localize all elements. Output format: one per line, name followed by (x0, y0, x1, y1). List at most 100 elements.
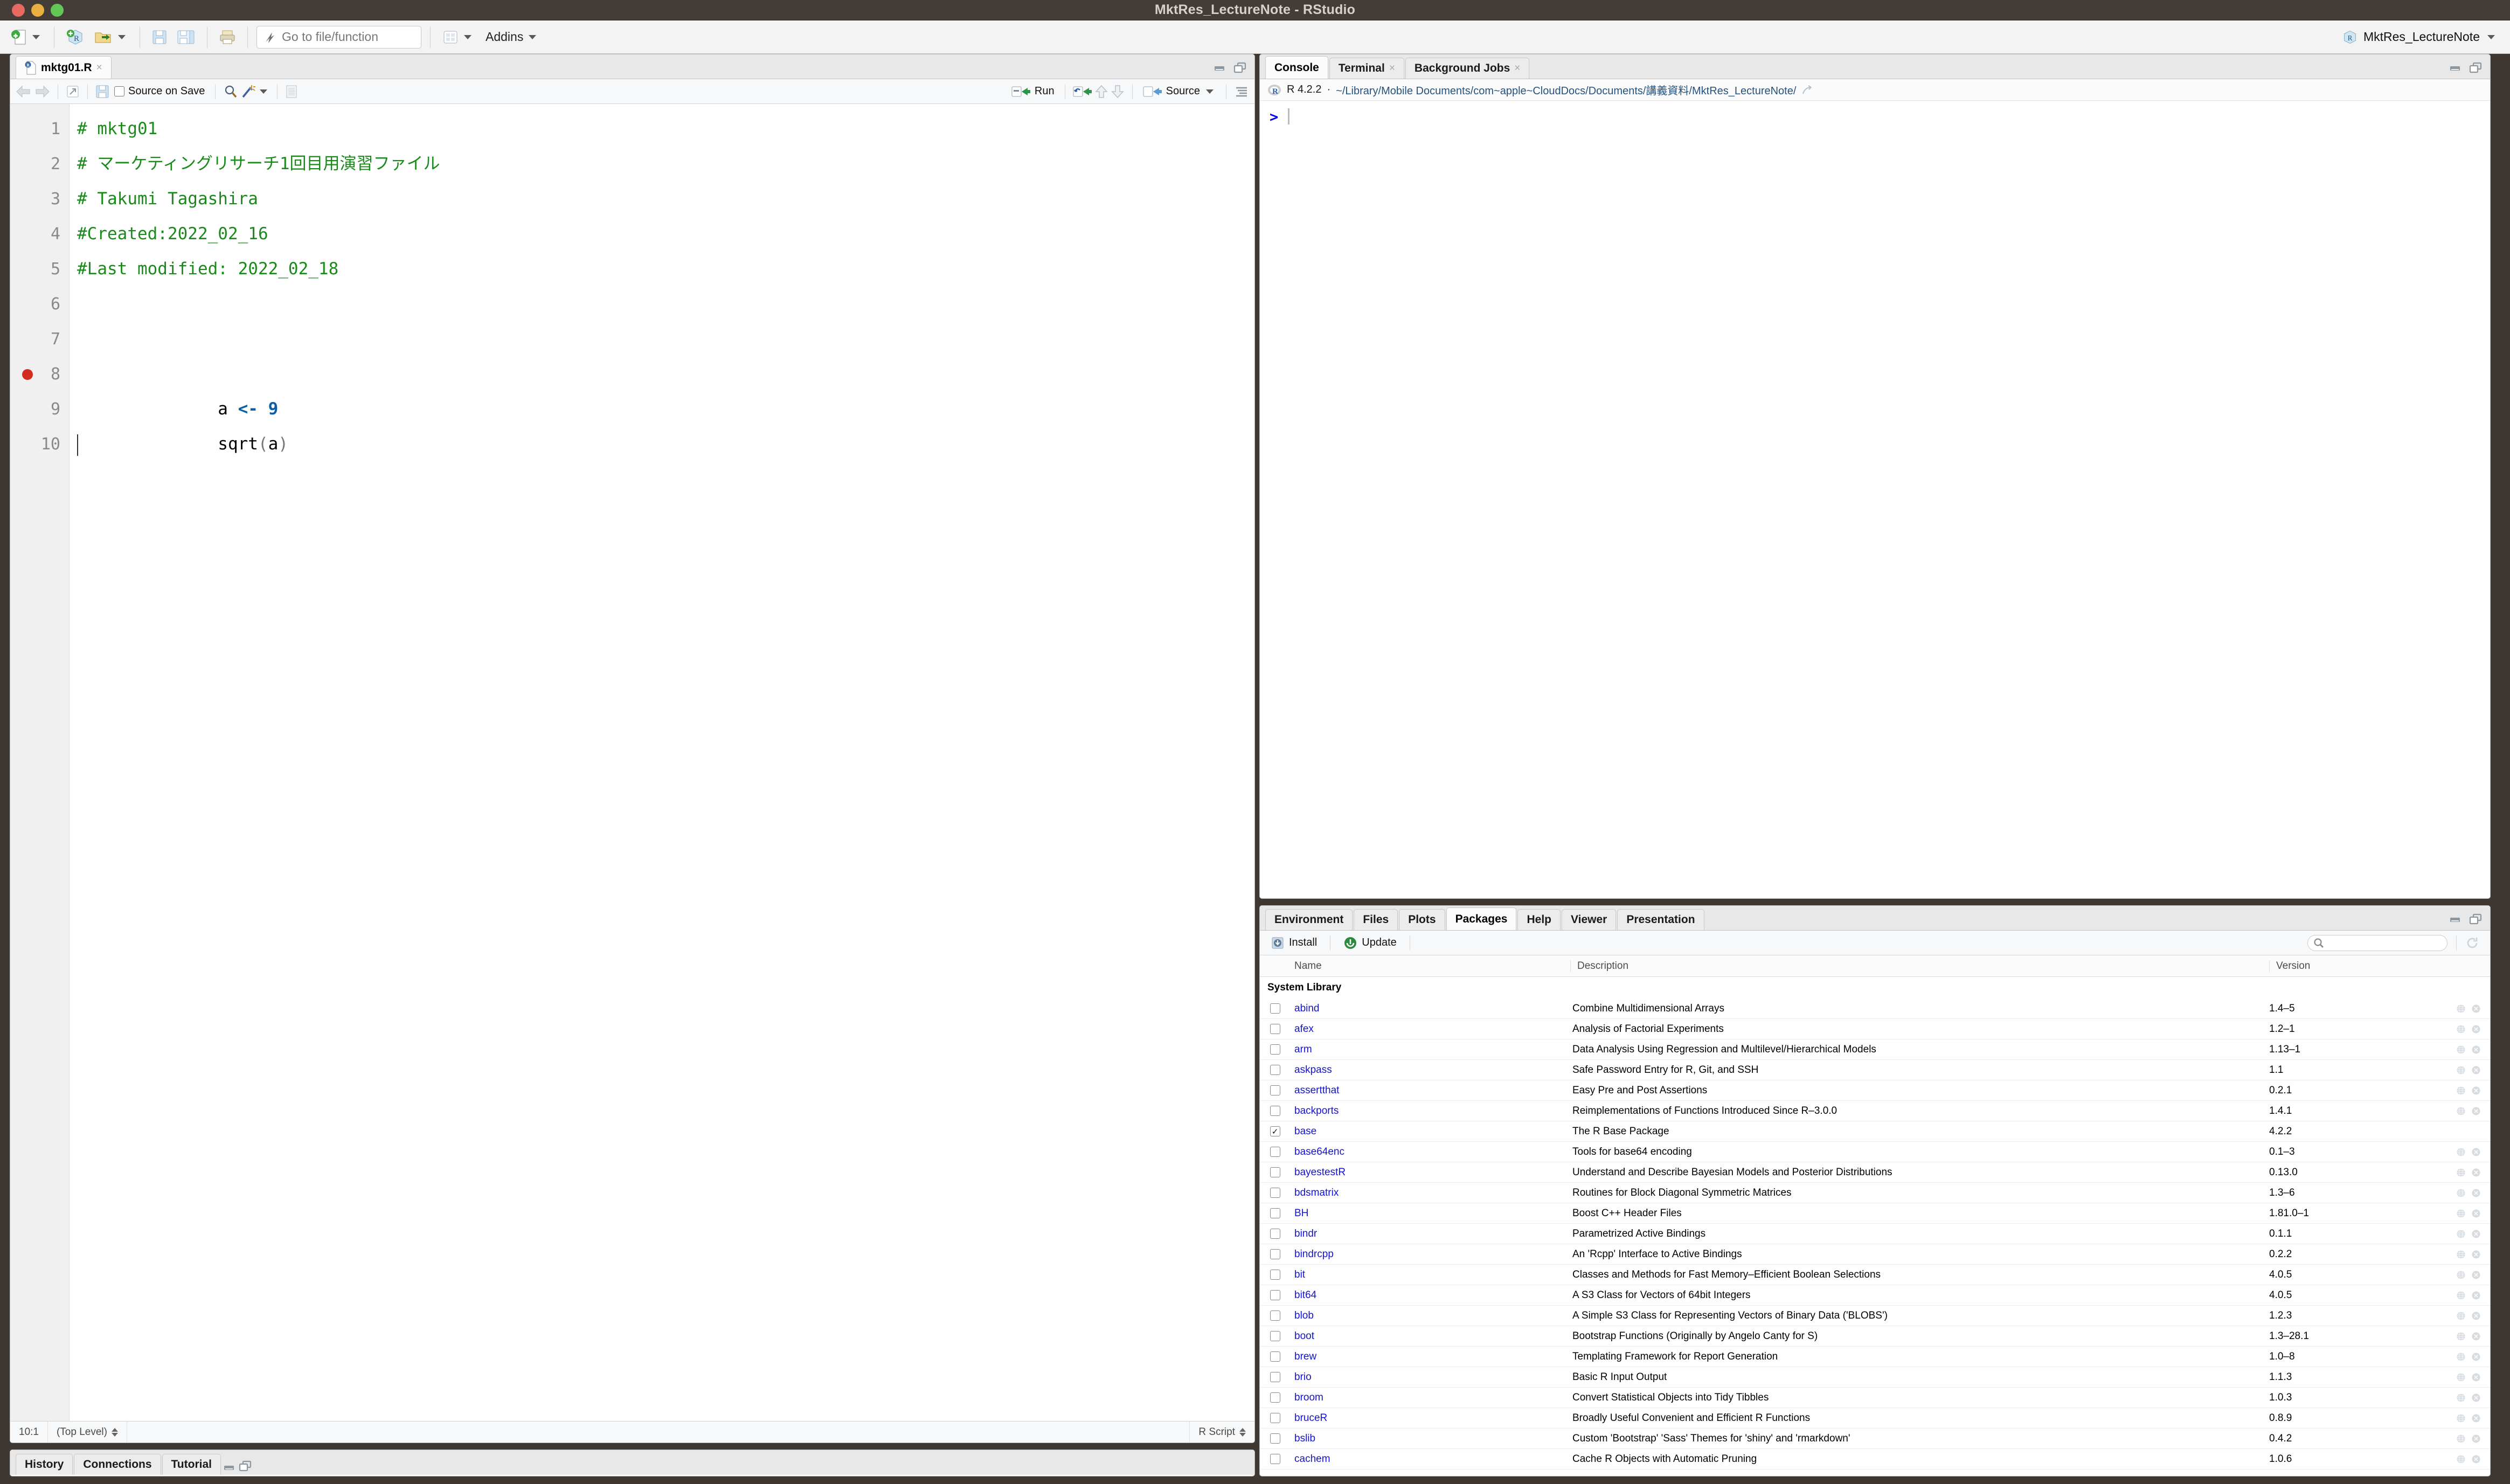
remove-package-icon[interactable] (2471, 1168, 2481, 1177)
compile-report-icon[interactable] (285, 85, 298, 99)
package-homepage-icon[interactable] (2456, 1209, 2466, 1218)
table-row[interactable]: afexAnalysis of Factorial Experiments1.2… (1260, 1019, 2490, 1039)
table-row[interactable]: bayestestRUnderstand and Describe Bayesi… (1260, 1162, 2490, 1183)
tab-terminal-close-icon[interactable]: × (1389, 63, 1395, 74)
package-load-checkbox[interactable] (1260, 1331, 1290, 1341)
package-name-link[interactable]: blob (1290, 1310, 1570, 1322)
editor-body[interactable]: 1 2 3 4 5 6 7 8 9 10 (10, 104, 1254, 1421)
package-name-link[interactable]: backports (1290, 1105, 1570, 1117)
tab-help[interactable]: Help (1517, 909, 1561, 930)
remove-package-icon[interactable] (2471, 1065, 2481, 1075)
package-actions[interactable] (2447, 1188, 2490, 1198)
document-type-selector[interactable]: R Script (1189, 1421, 1254, 1443)
package-actions[interactable] (2447, 1168, 2490, 1177)
remove-package-icon[interactable] (2471, 1147, 2481, 1157)
code-tools-dropdown-icon[interactable] (260, 89, 267, 94)
scope-stepper-icon[interactable] (112, 1428, 118, 1437)
tab-tutorial[interactable]: Tutorial (162, 1454, 221, 1475)
minimize-window-button[interactable] (31, 4, 44, 17)
package-homepage-icon[interactable] (2456, 1352, 2466, 1362)
package-homepage-icon[interactable] (2456, 1372, 2466, 1382)
document-outline-icon[interactable] (1234, 85, 1249, 98)
package-actions[interactable] (2447, 1332, 2490, 1341)
remove-package-icon[interactable] (2471, 1024, 2481, 1034)
open-file-button[interactable] (91, 25, 131, 50)
gutter-line[interactable]: 4 (10, 217, 69, 252)
tab-terminal[interactable]: Terminal × (1329, 58, 1404, 79)
package-name-link[interactable]: bindrcpp (1290, 1249, 1570, 1260)
gutter-line[interactable]: 8 (10, 357, 69, 392)
gutter-line[interactable]: 10 (10, 427, 69, 462)
save-button[interactable] (149, 25, 170, 50)
package-actions[interactable] (2447, 1209, 2490, 1218)
checkbox[interactable] (1270, 1454, 1280, 1464)
package-homepage-icon[interactable] (2456, 1229, 2466, 1239)
package-load-checkbox[interactable] (1260, 1433, 1290, 1444)
remove-package-icon[interactable] (2471, 1291, 2481, 1300)
package-load-checkbox[interactable] (1260, 1372, 1290, 1382)
package-homepage-icon[interactable] (2456, 1168, 2466, 1177)
header-description[interactable]: Description (1570, 960, 2269, 972)
table-row[interactable]: base64encTools for base64 encoding0.1–3 (1260, 1142, 2490, 1162)
checkbox[interactable] (1270, 1229, 1280, 1239)
checkbox[interactable] (1270, 1208, 1280, 1218)
re-run-icon[interactable] (1073, 85, 1092, 98)
checkbox[interactable] (1270, 1413, 1280, 1423)
doctype-stepper-icon[interactable] (1239, 1428, 1246, 1437)
package-load-checkbox[interactable] (1260, 1024, 1290, 1034)
source-on-save-checkbox[interactable] (114, 86, 124, 96)
package-homepage-icon[interactable] (2456, 1291, 2466, 1300)
package-actions[interactable] (2447, 1311, 2490, 1321)
table-row[interactable]: armData Analysis Using Regression and Mu… (1260, 1039, 2490, 1060)
package-homepage-icon[interactable] (2456, 1250, 2466, 1259)
package-load-checkbox[interactable] (1260, 1085, 1290, 1095)
code-scope-selector[interactable]: (Top Level) (48, 1421, 127, 1443)
package-load-checkbox[interactable] (1260, 1454, 1290, 1464)
package-load-checkbox[interactable] (1260, 1044, 1290, 1055)
table-row[interactable]: bruceRBroadly Useful Convenient and Effi… (1260, 1408, 2490, 1428)
print-button[interactable] (216, 25, 239, 50)
package-actions[interactable] (2447, 1454, 2490, 1464)
remove-package-icon[interactable] (2471, 1086, 2481, 1095)
package-load-checkbox[interactable] (1260, 1413, 1290, 1423)
package-name-link[interactable]: bayestestR (1290, 1167, 1570, 1178)
remove-package-icon[interactable] (2471, 1004, 2481, 1014)
source-on-save-toggle[interactable]: Source on Save (112, 85, 207, 98)
source-button[interactable]: Source (1140, 85, 1218, 98)
package-actions[interactable] (2447, 1352, 2490, 1362)
package-load-checkbox[interactable] (1260, 1003, 1290, 1014)
package-actions[interactable] (2447, 1004, 2490, 1014)
remove-package-icon[interactable] (2471, 1209, 2481, 1218)
find-replace-icon[interactable] (223, 84, 238, 99)
checkbox[interactable] (1270, 1249, 1280, 1259)
table-row[interactable]: bdsmatrixRoutines for Block Diagonal Sym… (1260, 1183, 2490, 1203)
package-load-checkbox[interactable] (1260, 1290, 1290, 1300)
package-load-checkbox[interactable]: ✓ (1260, 1126, 1290, 1136)
package-name-link[interactable]: afex (1290, 1023, 1570, 1035)
checkbox[interactable] (1270, 1147, 1280, 1157)
package-name-link[interactable]: arm (1290, 1044, 1570, 1056)
install-package-button[interactable]: Install (1266, 936, 1321, 950)
console-working-directory[interactable]: ~/Library/Mobile Documents/com~apple~Clo… (1336, 82, 1796, 98)
breakpoint-marker[interactable] (22, 369, 33, 380)
table-row[interactable]: bootBootstrap Functions (Originally by A… (1260, 1326, 2490, 1347)
editor-tab-mktg01[interactable]: R mktg01.R × (16, 56, 112, 79)
maximize-pane-icon[interactable] (238, 1460, 252, 1472)
code-tools-icon[interactable] (240, 84, 255, 99)
package-name-link[interactable]: brew (1290, 1351, 1570, 1363)
package-actions[interactable] (2447, 1413, 2490, 1423)
package-homepage-icon[interactable] (2456, 1413, 2466, 1423)
refresh-icon[interactable] (2465, 936, 2479, 950)
checkbox[interactable] (1270, 1167, 1280, 1177)
package-homepage-icon[interactable] (2456, 1065, 2466, 1075)
gutter-line[interactable]: 9 (10, 392, 69, 427)
package-actions[interactable] (2447, 1291, 2490, 1300)
package-actions[interactable] (2447, 1434, 2490, 1444)
package-homepage-icon[interactable] (2456, 1045, 2466, 1055)
package-name-link[interactable]: bit (1290, 1269, 1570, 1281)
package-load-checkbox[interactable] (1260, 1208, 1290, 1218)
package-load-checkbox[interactable] (1260, 1249, 1290, 1259)
packages-table[interactable]: Name Description Version System Library … (1260, 955, 2490, 1476)
pane-layout-button[interactable] (439, 25, 477, 50)
package-load-checkbox[interactable] (1260, 1229, 1290, 1239)
